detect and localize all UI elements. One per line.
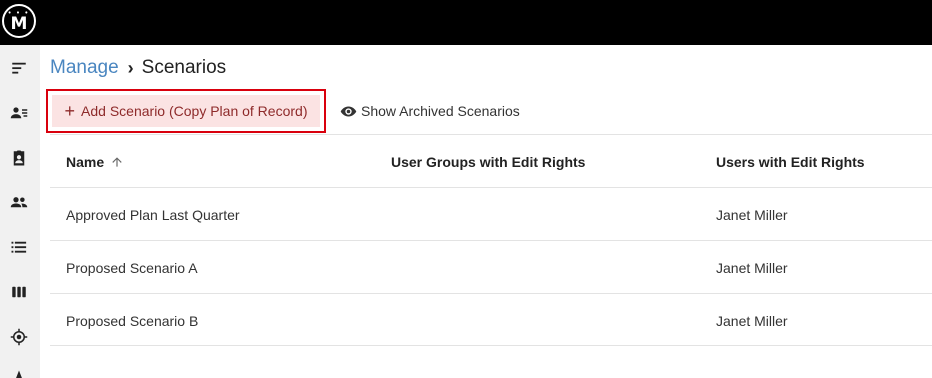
table-row[interactable]: Proposed Scenario A Janet Miller bbox=[50, 240, 932, 293]
sidebar bbox=[0, 45, 40, 378]
add-scenario-label: Add Scenario (Copy Plan of Record) bbox=[81, 103, 308, 119]
row-name: Proposed Scenario A bbox=[66, 259, 198, 276]
table-header: Name User Groups with Edit Rights Users … bbox=[50, 134, 932, 187]
page-title: Scenarios bbox=[141, 57, 227, 78]
list-icon[interactable] bbox=[8, 236, 30, 258]
navigation-icon[interactable] bbox=[8, 367, 30, 378]
user-list-icon[interactable] bbox=[8, 102, 30, 124]
row-name: Approved Plan Last Quarter bbox=[66, 206, 240, 223]
toolbar: + Add Scenario (Copy Plan of Record) Sho… bbox=[46, 89, 932, 133]
add-scenario-button[interactable]: + Add Scenario (Copy Plan of Record) bbox=[46, 89, 326, 133]
top-bar: • • • M bbox=[0, 0, 932, 45]
column-header-users[interactable]: Users with Edit Rights bbox=[716, 135, 865, 188]
row-users: Janet Miller bbox=[716, 312, 788, 329]
show-archived-label: Show Archived Scenarios bbox=[361, 103, 520, 119]
row-users: Janet Miller bbox=[716, 259, 788, 276]
contact-badge-icon[interactable] bbox=[8, 147, 30, 169]
table-row[interactable]: Proposed Scenario B Janet Miller bbox=[50, 293, 932, 346]
sort-lines-icon[interactable] bbox=[8, 57, 30, 79]
plus-icon: + bbox=[64, 101, 76, 121]
column-header-user-groups[interactable]: User Groups with Edit Rights bbox=[391, 135, 585, 188]
breadcrumb-manage-link[interactable]: Manage bbox=[50, 57, 119, 79]
column-header-name[interactable]: Name bbox=[66, 135, 124, 188]
people-icon[interactable] bbox=[8, 191, 30, 213]
columns-icon[interactable] bbox=[8, 281, 30, 303]
breadcrumb: Manage › Scenarios bbox=[50, 56, 226, 80]
app-logo[interactable]: • • • M bbox=[2, 4, 36, 38]
sort-arrow-up-icon bbox=[112, 156, 122, 167]
show-archived-button[interactable]: Show Archived Scenarios bbox=[340, 89, 520, 133]
breadcrumb-separator: › bbox=[127, 57, 134, 78]
eye-icon bbox=[340, 106, 357, 116]
scenarios-table: Name User Groups with Edit Rights Users … bbox=[50, 134, 932, 346]
row-users: Janet Miller bbox=[716, 206, 788, 223]
table-row[interactable]: Approved Plan Last Quarter Janet Miller bbox=[50, 187, 932, 240]
target-icon[interactable] bbox=[8, 326, 30, 348]
row-name: Proposed Scenario B bbox=[66, 312, 199, 329]
